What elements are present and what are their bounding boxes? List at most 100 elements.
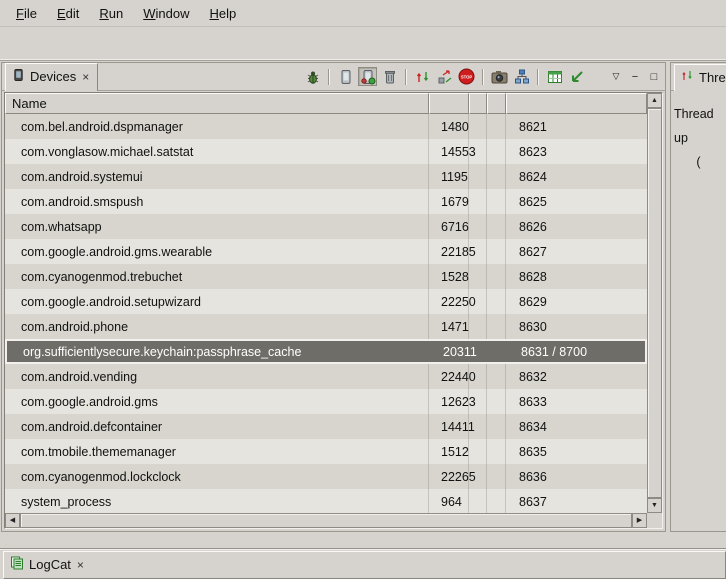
tab-logcat[interactable]: LogCat × bbox=[3, 551, 726, 579]
heap-indicator-cell bbox=[469, 264, 487, 289]
process-port: 8630 bbox=[506, 314, 647, 339]
minimize-icon[interactable]: − bbox=[627, 69, 643, 85]
close-icon[interactable]: × bbox=[81, 71, 90, 83]
start-method-profiling-icon[interactable] bbox=[435, 67, 454, 86]
table-row[interactable]: system_process9648637 bbox=[5, 489, 647, 513]
heap-indicator-cell bbox=[469, 464, 487, 489]
process-pid: 1512 bbox=[429, 439, 469, 464]
toolbar-separator bbox=[328, 69, 330, 85]
column-header-port[interactable] bbox=[506, 93, 647, 114]
column-header-pid[interactable] bbox=[429, 93, 469, 114]
cause-gc-icon[interactable] bbox=[380, 67, 399, 86]
process-pid: 964 bbox=[429, 489, 469, 513]
heap-indicator-cell bbox=[469, 364, 487, 389]
process-name: com.android.smspush bbox=[5, 189, 429, 214]
process-pid: 14411 bbox=[429, 414, 469, 439]
horizontal-scrollbar-thumb[interactable] bbox=[20, 513, 632, 528]
table-row[interactable]: com.android.smspush16798625 bbox=[5, 189, 647, 214]
process-name: com.android.defcontainer bbox=[5, 414, 429, 439]
thread-indicator-cell bbox=[487, 214, 506, 239]
process-table: Name com.bel.android.dspmanager14808621c… bbox=[4, 92, 663, 529]
table-row[interactable]: com.android.defcontainer14411 8634 bbox=[5, 414, 647, 439]
thread-indicator-cell bbox=[487, 289, 506, 314]
close-icon[interactable]: × bbox=[76, 559, 85, 571]
table-row[interactable]: com.android.vending224408632 bbox=[5, 364, 647, 389]
start-opengl-trace-icon[interactable] bbox=[567, 67, 586, 86]
menu-file[interactable]: File bbox=[6, 2, 47, 25]
capture-systrace-icon[interactable] bbox=[545, 67, 564, 86]
thread-indicator-cell bbox=[487, 414, 506, 439]
tab-devices[interactable]: Devices × bbox=[5, 63, 98, 91]
table-row[interactable]: com.google.android.gms.wearable221858627 bbox=[5, 239, 647, 264]
table-row[interactable]: com.vonglasow.michael.satstat145538623 bbox=[5, 139, 647, 164]
table-row[interactable]: org.sufficientlysecure.keychain:passphra… bbox=[5, 339, 647, 364]
update-threads-icon[interactable] bbox=[413, 67, 432, 86]
column-header-name[interactable]: Name bbox=[5, 93, 429, 114]
thread-indicator-cell bbox=[487, 164, 506, 189]
table-row[interactable]: com.tmobile.thememanager15128635 bbox=[5, 439, 647, 464]
dump-hprof-icon[interactable] bbox=[358, 67, 377, 86]
process-pid: 14553 bbox=[429, 139, 469, 164]
heap-indicator-cell bbox=[469, 489, 487, 513]
view-menu-icon[interactable]: ▽ bbox=[608, 69, 624, 85]
heap-indicator-cell bbox=[469, 214, 487, 239]
menu-run[interactable]: Run bbox=[89, 2, 133, 25]
process-name: com.android.phone bbox=[5, 314, 429, 339]
devices-tabbar: Devices × bbox=[2, 63, 665, 91]
heap-indicator-cell bbox=[469, 164, 487, 189]
process-port: 8621 bbox=[506, 114, 647, 139]
process-port: 8623 bbox=[506, 139, 647, 164]
process-name: org.sufficientlysecure.keychain:passphra… bbox=[7, 341, 431, 362]
process-port: 8634 bbox=[506, 414, 647, 439]
thread-indicator-cell bbox=[487, 264, 506, 289]
screen-capture-icon[interactable] bbox=[490, 67, 509, 86]
vertical-scrollbar[interactable]: ▲ ▼ bbox=[647, 93, 662, 513]
table-row[interactable]: com.android.phone1471 8630 bbox=[5, 314, 647, 339]
vertical-scrollbar-thumb[interactable] bbox=[647, 108, 662, 498]
scroll-left-icon[interactable]: ◀ bbox=[5, 513, 20, 528]
process-port: 8627 bbox=[506, 239, 647, 264]
scroll-right-icon[interactable]: ▶ bbox=[632, 513, 647, 528]
update-heap-icon[interactable] bbox=[336, 67, 355, 86]
thread-indicator-cell bbox=[487, 439, 506, 464]
menu-help[interactable]: Help bbox=[199, 2, 246, 25]
table-row[interactable]: com.bel.android.dspmanager1480 8621 bbox=[5, 114, 647, 139]
table-row[interactable]: com.whatsapp67168626 bbox=[5, 214, 647, 239]
heap-indicator-cell bbox=[469, 114, 487, 139]
menu-window[interactable]: Window bbox=[133, 2, 199, 25]
process-name: com.whatsapp bbox=[5, 214, 429, 239]
process-port: 8632 bbox=[506, 364, 647, 389]
table-row[interactable]: com.google.android.gms126238633 bbox=[5, 389, 647, 414]
menubar: File Edit Run Window Help bbox=[0, 0, 726, 27]
table-row[interactable]: com.android.systemui11958624 bbox=[5, 164, 647, 189]
process-name: com.bel.android.dspmanager bbox=[5, 114, 429, 139]
toolbar-separator bbox=[405, 69, 407, 85]
logcat-icon bbox=[10, 556, 24, 573]
process-pid: 1471 bbox=[429, 314, 469, 339]
process-pid: 1480 bbox=[429, 114, 469, 139]
dump-view-hierarchy-icon[interactable] bbox=[512, 67, 531, 86]
column-header-threads[interactable] bbox=[487, 93, 506, 114]
devices-toolbar: STOP ▽ − □ bbox=[303, 67, 662, 86]
thread-indicator-cell bbox=[487, 114, 506, 139]
thread-indicator-cell bbox=[487, 139, 506, 164]
table-row[interactable]: com.google.android.setupwizard222508629 bbox=[5, 289, 647, 314]
heap-indicator-cell bbox=[469, 239, 487, 264]
debug-process-icon[interactable] bbox=[303, 67, 322, 86]
scrollbar-corner bbox=[647, 513, 662, 528]
scroll-up-icon[interactable]: ▲ bbox=[647, 93, 662, 108]
tab-threads[interactable]: Threads bbox=[674, 64, 726, 91]
scroll-down-icon[interactable]: ▼ bbox=[647, 498, 662, 513]
horizontal-scrollbar[interactable]: ◀ ▶ bbox=[5, 513, 647, 528]
heap-indicator-cell bbox=[469, 414, 487, 439]
process-pid: 22440 bbox=[429, 364, 469, 389]
table-row[interactable]: com.cyanogenmod.lockclock222658636 bbox=[5, 464, 647, 489]
menu-edit[interactable]: Edit bbox=[47, 2, 89, 25]
maximize-icon[interactable]: □ bbox=[646, 69, 662, 85]
table-row[interactable]: com.cyanogenmod.trebuchet15288628 bbox=[5, 264, 647, 289]
column-header-heap[interactable] bbox=[469, 93, 487, 114]
toolbar-separator bbox=[482, 69, 484, 85]
process-pid: 22250 bbox=[429, 289, 469, 314]
process-name: com.cyanogenmod.lockclock bbox=[5, 464, 429, 489]
stop-process-icon[interactable]: STOP bbox=[457, 67, 476, 86]
